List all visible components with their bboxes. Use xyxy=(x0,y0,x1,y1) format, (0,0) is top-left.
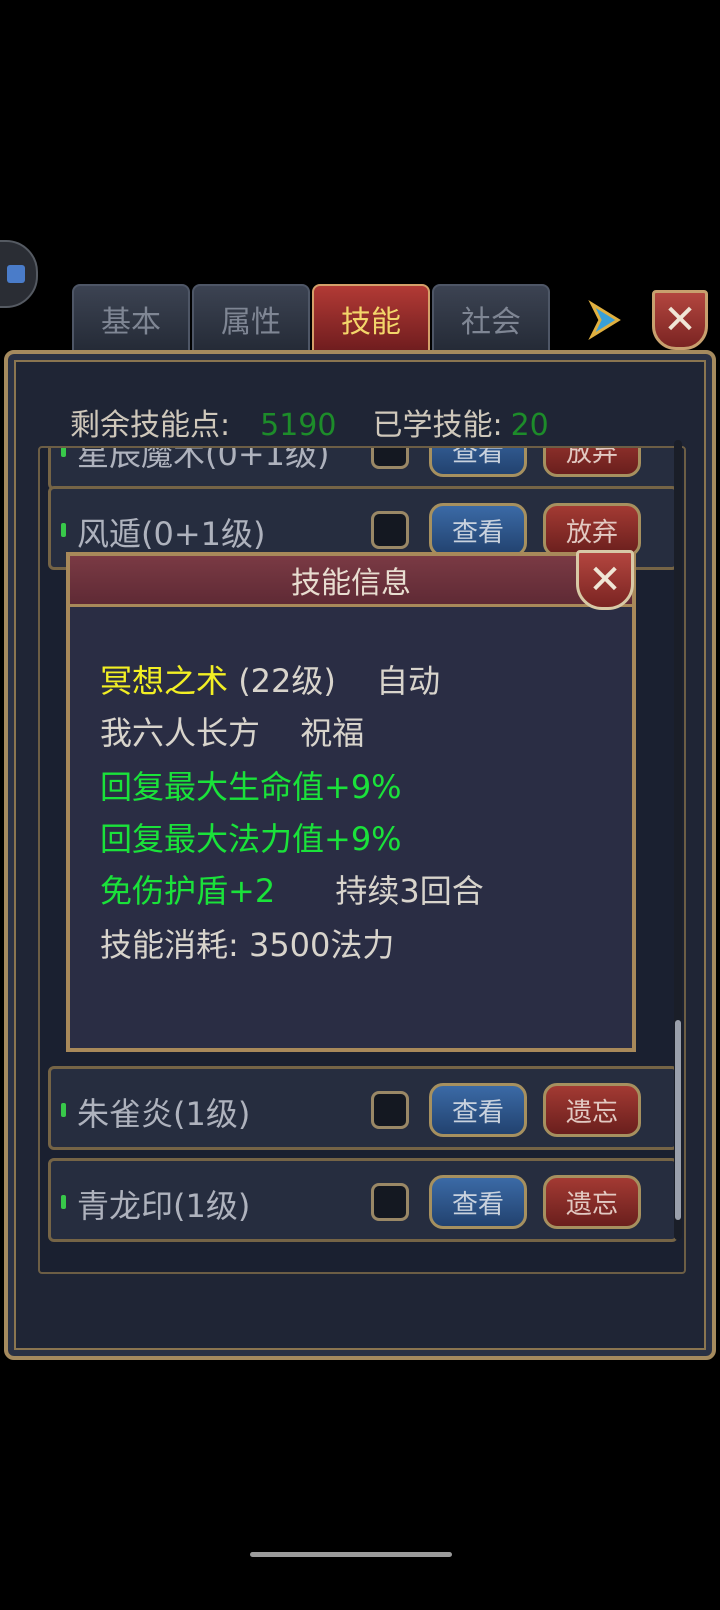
skill-info-target-row: 我六人长方 祝福 xyxy=(100,708,364,754)
status-pip-icon xyxy=(61,523,66,537)
next-arrow-icon[interactable] xyxy=(588,300,622,340)
remaining-points-value: 5190 xyxy=(260,408,337,443)
status-pip-icon xyxy=(61,1195,66,1209)
skill-info-shield-row: 免伤护盾+2 持续3回合 xyxy=(100,866,484,912)
list-item: 星辰魔术(0+1级) 查看 放弃 xyxy=(48,446,678,490)
forget-button[interactable]: 遗忘 xyxy=(543,1083,641,1137)
status-pip-icon xyxy=(61,1103,66,1117)
abandon-button[interactable]: 放弃 xyxy=(543,503,641,557)
skill-checkbox[interactable] xyxy=(371,1183,409,1221)
game-controller-icon xyxy=(7,265,25,283)
skill-info-type: 祝福 xyxy=(300,714,365,752)
skill-checkbox[interactable] xyxy=(371,511,409,549)
abandon-button[interactable]: 放弃 xyxy=(543,448,641,477)
remaining-points-label: 剩余技能点: xyxy=(70,408,231,443)
view-button[interactable]: 查看 xyxy=(429,503,527,557)
view-button[interactable]: 查看 xyxy=(429,448,527,477)
scrollbar-thumb[interactable] xyxy=(675,1020,681,1220)
skill-info-name: 冥想之术 xyxy=(100,662,229,700)
skill-name: 风遁(0+1级) xyxy=(77,515,266,553)
skill-info-duration: 持续3回合 xyxy=(335,872,484,910)
skill-stats: 剩余技能点: 5190 已学技能: 20 xyxy=(70,400,549,444)
skill-info-header: 冥想之术 (22级) 自动 xyxy=(100,656,440,702)
skill-name: 朱雀炎(1级) xyxy=(77,1095,251,1133)
skill-checkbox[interactable] xyxy=(371,1091,409,1129)
skill-info-mode: 自动 xyxy=(376,662,441,700)
list-item: 朱雀炎(1级) 查看 遗忘 xyxy=(48,1066,678,1150)
skill-info-cost: 技能消耗: 3500法力 xyxy=(100,926,395,964)
list-scrollbar[interactable] xyxy=(674,440,682,1240)
skill-name: 星辰魔术(0+1级) xyxy=(77,446,330,473)
floating-side-button[interactable] xyxy=(0,240,38,308)
list-item: 青龙印(1级) 查看 遗忘 xyxy=(48,1158,678,1242)
forget-button[interactable]: 遗忘 xyxy=(543,1175,641,1229)
tab-skills[interactable]: 技能 xyxy=(312,284,430,354)
close-panel-button[interactable]: ✕ xyxy=(652,290,708,350)
view-button[interactable]: 查看 xyxy=(429,1175,527,1229)
skill-info-level: (22级) xyxy=(238,662,336,700)
view-button[interactable]: 查看 xyxy=(429,1083,527,1137)
skill-info-effect-mp: 回复最大法力值+9% xyxy=(100,820,402,858)
skill-info-target: 我六人长方 xyxy=(100,714,261,752)
skill-name: 青龙印(1级) xyxy=(77,1187,251,1225)
learned-skills-value: 20 xyxy=(510,408,549,443)
tab-social[interactable]: 社会 xyxy=(432,284,550,354)
learned-skills-label: 已学技能: xyxy=(372,408,503,443)
home-indicator[interactable] xyxy=(250,1552,452,1557)
dialog-close-button[interactable]: ✕ xyxy=(576,550,634,610)
tab-basic[interactable]: 基本 xyxy=(72,284,190,354)
tab-attributes[interactable]: 属性 xyxy=(192,284,310,354)
dialog-title: 技能信息 xyxy=(70,556,632,607)
skill-info-effect-hp: 回复最大生命值+9% xyxy=(100,768,402,806)
skill-info-effect-shield: 免伤护盾+2 xyxy=(100,872,276,910)
status-pip-icon xyxy=(61,448,66,457)
skill-checkbox[interactable] xyxy=(371,448,409,469)
